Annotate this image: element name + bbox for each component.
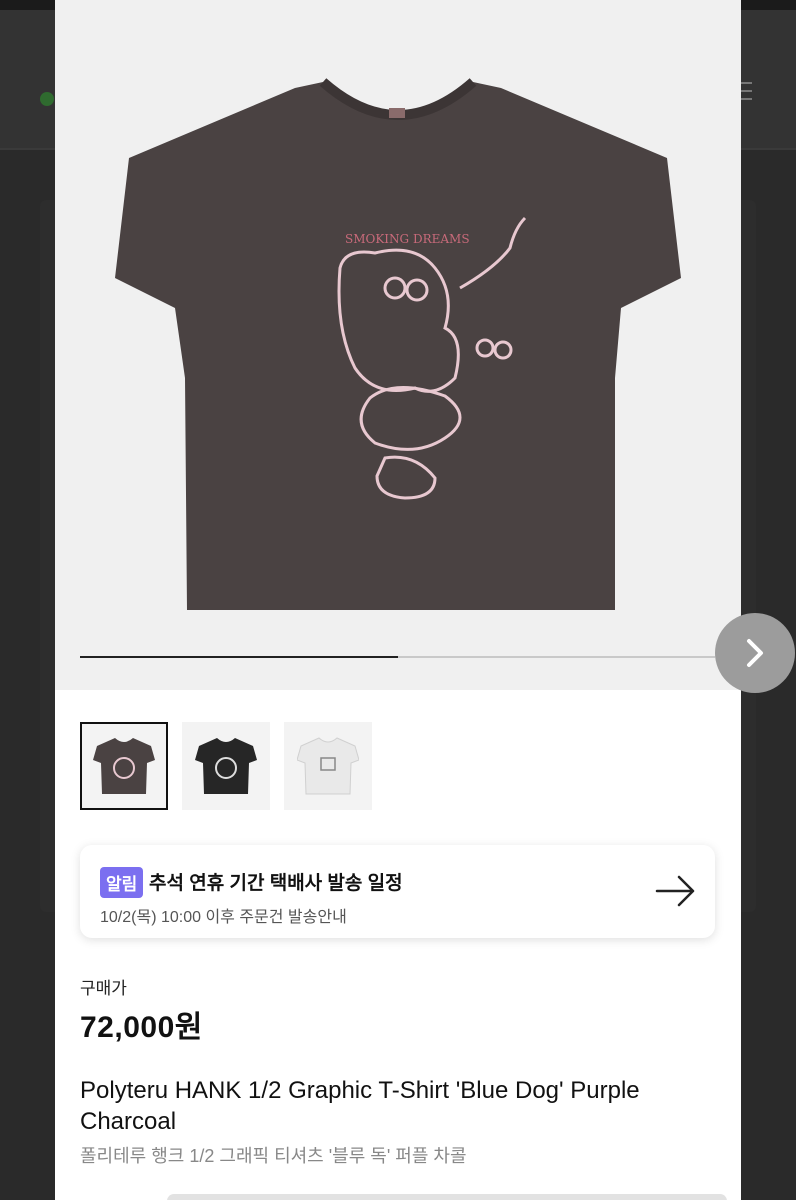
background-logo-dot <box>40 92 54 106</box>
shipping-notice-card[interactable]: 알림 추석 연휴 기간 택배사 발송 일정 10/2(목) 10:00 이후 주… <box>80 845 715 938</box>
thumbnail-2[interactable] <box>182 722 270 810</box>
arrow-right-icon[interactable] <box>655 871 697 911</box>
image-progress-fill <box>80 656 398 658</box>
thumbnail-strip <box>80 722 372 810</box>
product-main-image[interactable]: SMOKING DREAMS <box>55 0 741 690</box>
bottom-action-bar <box>167 1194 727 1200</box>
tshirt-image: SMOKING DREAMS <box>115 78 681 610</box>
price-label: 구매가 <box>80 979 127 998</box>
notice-subtitle: 10/2(목) 10:00 이후 주문건 발송안내 <box>100 909 347 926</box>
image-progress-bar <box>80 656 715 658</box>
product-title-english: Polyteru HANK 1/2 Graphic T-Shirt 'Blue … <box>80 1077 640 1135</box>
thumbnail-3[interactable] <box>284 722 372 810</box>
price-value: 72,000원 <box>80 1011 203 1044</box>
notice-title: 추석 연휴 기간 택배사 발송 일정 <box>149 873 403 894</box>
next-image-button[interactable] <box>715 613 795 693</box>
print-text: SMOKING DREAMS <box>345 232 470 246</box>
product-detail-sheet: SMOKING DREAMS 알림 추석 연휴 기간 택배사 발송 일정 10/… <box>55 0 741 1200</box>
thumbnail-1[interactable] <box>80 722 168 810</box>
chevron-right-icon <box>747 639 763 667</box>
product-title-korean: 폴리테루 행크 1/2 그래픽 티셔츠 '블루 독' 퍼플 차콜 <box>80 1146 467 1166</box>
notice-badge: 알림 <box>100 867 144 898</box>
